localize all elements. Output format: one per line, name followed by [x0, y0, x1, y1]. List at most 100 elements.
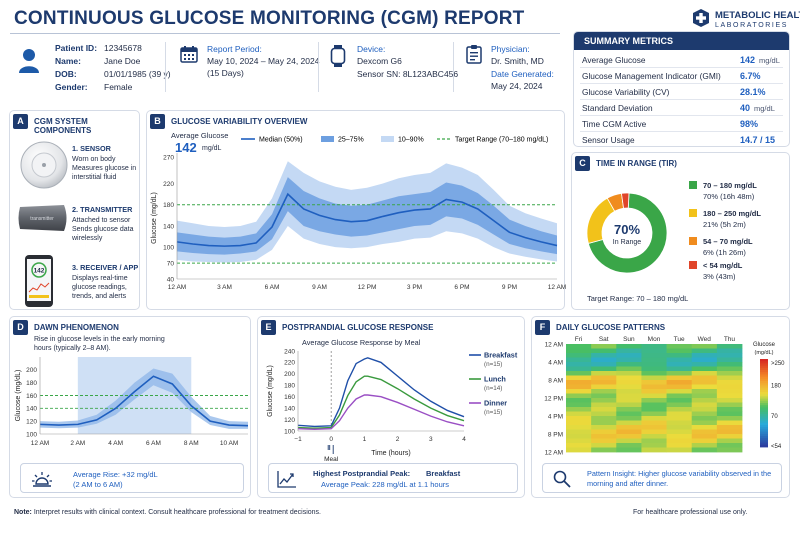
- meal-legend-n: (n=14): [484, 385, 502, 392]
- heatmap-cell: [616, 398, 642, 403]
- heatmap-cell: [591, 402, 617, 408]
- heatmap-cell: [616, 375, 642, 381]
- colorbar-segment: [760, 444, 768, 448]
- heatmap-cell: [691, 411, 718, 417]
- dawn-y-tick: 200: [26, 367, 37, 374]
- footer-note: Note: Interpret results with clinical co…: [14, 509, 321, 516]
- heatmap-column-label: Thu: [724, 336, 736, 343]
- panel-cgm-components: A CGM SYSTEM COMPONENTS 1. SENSOR Worn o…: [9, 110, 140, 310]
- heatmap-cell: [616, 411, 642, 417]
- tir-legend-label: 54 – 70 mg/dL: [703, 237, 753, 246]
- heatmap-cell: [716, 384, 743, 390]
- heatmap-cell: [691, 384, 718, 390]
- heatmap-cell: [591, 375, 617, 381]
- heatmap-cell: [566, 398, 592, 403]
- heatmap-cell: [566, 380, 592, 385]
- heatmap-cell: [591, 393, 617, 399]
- heatmap-cell: [716, 398, 743, 403]
- heatmap-cell: [566, 389, 592, 394]
- colorbar-tick: <54: [771, 444, 782, 450]
- heatmap-cell: [641, 357, 667, 363]
- logo-subtitle: LABORATORIES: [715, 22, 789, 29]
- x-tick-label: 3 AM: [217, 284, 232, 291]
- heatmap-cell: [716, 402, 743, 408]
- heatmap-cell: [666, 371, 693, 376]
- tir-legend-swatch: [689, 209, 697, 217]
- heatmap-cell: [566, 375, 592, 381]
- metric-row: Glucose Management Indicator (GMI) 6.7%: [574, 68, 789, 84]
- tir-legend-label: 180 – 250 mg/dL: [703, 209, 761, 218]
- metric-label: Glucose Variability (CV): [582, 87, 670, 97]
- heatmap-cell: [641, 402, 667, 408]
- pp-y-tick: 180: [284, 383, 295, 390]
- heatmap-cell: [641, 366, 667, 372]
- metric-label: Time CGM Active: [582, 119, 647, 129]
- calendar-icon: [180, 46, 198, 63]
- heatmap-cell: [641, 380, 667, 385]
- heatmap-cell: [566, 411, 592, 417]
- component-title-transmitter: 2. TRANSMITTER: [72, 205, 133, 214]
- y-tick-label: 270: [163, 154, 174, 161]
- heatmap-cell: [566, 393, 592, 399]
- component-desc-transmitter-3: wirelessly: [72, 235, 103, 242]
- metric-number: 142: [740, 55, 756, 65]
- heatmap-cell: [566, 429, 592, 435]
- heatmap-cell: [691, 353, 718, 358]
- company-logo: METABOLIC HEALTH LABORATORIES: [691, 7, 800, 31]
- device-name: Dexcom G6: [357, 56, 402, 66]
- heatmap-cell: [616, 357, 642, 363]
- heatmap-cell: [566, 366, 592, 372]
- tir-target-text: Target Range: 70 – 180 mg/dL: [587, 294, 689, 303]
- clipboard-icon: [466, 45, 482, 64]
- heatmap-cell: [566, 402, 592, 408]
- report-period-days: (15 Days): [207, 68, 244, 78]
- heatmap-cell: [666, 398, 693, 403]
- panel-glucose-variability: B GLUCOSE VARIABILITY OVERVIEW Average G…: [146, 110, 566, 310]
- heatmap-cell: [591, 362, 617, 367]
- heatmap-cell: [616, 407, 642, 412]
- dawn-x-tick: 8 AM: [184, 440, 199, 447]
- heatmap-column-label: Fri: [575, 336, 583, 343]
- date-generated-value: May 24, 2024: [491, 81, 543, 91]
- dawn-y-tick: 140: [26, 406, 37, 413]
- heatmap-cell: [566, 371, 592, 376]
- heatmap-cell: [616, 362, 642, 367]
- heatmap-cell: [616, 366, 642, 372]
- heatmap-column-label: Sat: [599, 336, 609, 343]
- patient-gender-value: Female: [104, 82, 133, 92]
- physician-name: Dr. Smith, MD: [491, 56, 544, 66]
- heatmap-cell: [691, 402, 718, 408]
- pp-y-tick: 100: [284, 428, 295, 435]
- metric-label: Standard Deviation: [582, 103, 653, 113]
- tir-legend-label: 70 – 180 mg/dL: [703, 181, 757, 190]
- sensor-serial: Sensor SN: 8L123ABC456: [357, 69, 459, 79]
- heatmap-cell: [691, 362, 718, 367]
- heatmap-cell: [641, 375, 667, 381]
- meal-legend-n: (n=15): [484, 409, 502, 416]
- report-period-label: Report Period:: [207, 44, 262, 54]
- heatmap-cell: [591, 429, 617, 435]
- pp-x-tick: 0: [329, 436, 333, 443]
- heatmap-cell: [716, 420, 743, 426]
- heatmap-cell: [616, 420, 642, 426]
- x-tick-label: 9 PM: [502, 284, 517, 291]
- footer-note-label: Note:: [14, 509, 32, 516]
- heatmap-cell: [591, 398, 617, 403]
- heatmap-cell: [691, 438, 718, 444]
- panel-time-in-range: C TIME IN RANGE (TIR) 70% In Range 70 – 18…: [571, 152, 790, 310]
- colorbar-tick: 70: [771, 414, 778, 420]
- metric-label: Glucose Management Indicator (GMI): [582, 71, 721, 81]
- heatmap-cell: [591, 447, 617, 453]
- summary-metrics-panel: SUMMARY METRICS Average Glucose 142 mg/dL G…: [573, 31, 790, 161]
- heatmap-cell: [641, 384, 667, 390]
- metric-number: 28.1%: [740, 87, 766, 97]
- heatmap-cell: [666, 420, 693, 426]
- heatmap-column-label: Mon: [648, 336, 661, 343]
- watch-icon: [330, 45, 346, 67]
- heatmap-cell: [566, 425, 592, 430]
- tir-legend-label: < 54 mg/dL: [703, 261, 743, 270]
- y-tick-label: 40: [167, 276, 175, 283]
- pp-y-tick: 140: [284, 405, 295, 412]
- component-desc-receiver-1: Displays real-time: [72, 275, 128, 282]
- heatmap-cell: [716, 407, 743, 412]
